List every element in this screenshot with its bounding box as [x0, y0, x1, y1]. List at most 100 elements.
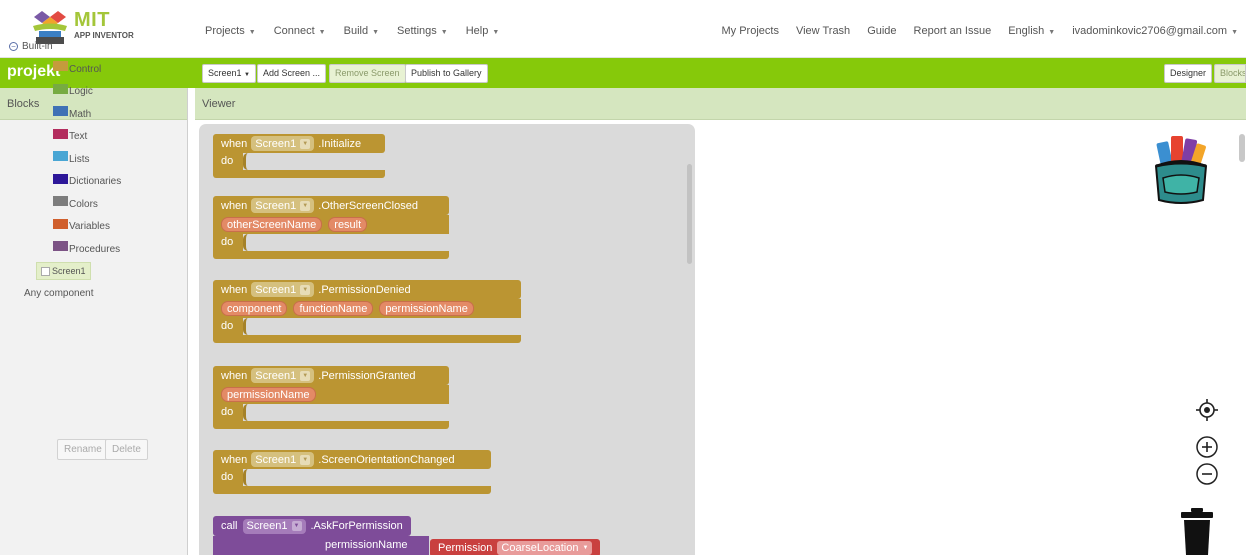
remove-screen-button[interactable]: Remove Screen — [329, 64, 406, 83]
event-header: when Screen1 ▼ .PermissionGranted — [213, 366, 449, 385]
guide-link[interactable]: Guide — [867, 25, 896, 37]
component-dropdown[interactable]: Screen1 ▼ — [251, 282, 315, 297]
add-screen-button[interactable]: Add Screen ... — [257, 64, 327, 83]
builtin-tree-root[interactable]: − Built-in — [9, 41, 53, 52]
method-name: .AskForPermission — [310, 520, 403, 532]
builtin-colors[interactable]: Colors — [53, 193, 121, 216]
event-name: .OtherScreenClosed — [318, 199, 418, 212]
parameter-component[interactable]: component — [221, 301, 288, 316]
chevron-down-icon: ▼ — [300, 138, 311, 149]
build-menu[interactable]: Build ▼ — [344, 25, 379, 37]
component-name: Screen1 — [255, 453, 297, 466]
flyout-scrollbar[interactable] — [687, 164, 692, 264]
permission-dropdown[interactable]: CoarseLocation ▼ — [497, 541, 593, 555]
publish-to-gallery-button[interactable]: Publish to Gallery — [405, 64, 488, 83]
zoom-out-icon[interactable] — [1195, 462, 1219, 486]
any-component-item[interactable]: Any component — [24, 288, 94, 299]
permission-label: Permission — [438, 542, 493, 554]
do-keyword: do — [221, 155, 234, 167]
rename-button[interactable]: Rename — [57, 439, 109, 460]
builtin-variables[interactable]: Variables — [53, 216, 121, 239]
my-projects-link[interactable]: My Projects — [722, 25, 779, 37]
screen-select[interactable]: Screen1 ▼ — [202, 64, 256, 83]
text-color-swatch-icon — [53, 128, 68, 139]
procedures-color-swatch-icon — [53, 241, 68, 252]
when-keyword: when — [221, 283, 248, 296]
builtin-label: Variables — [69, 221, 110, 233]
report-issue-link[interactable]: Report an Issue — [914, 25, 992, 37]
logo-subtitle: APP INVENTOR — [74, 31, 134, 40]
recenter-icon[interactable] — [1195, 398, 1219, 422]
do-statement-slot[interactable] — [243, 469, 491, 486]
delete-button[interactable]: Delete — [105, 439, 148, 460]
component-dropdown[interactable]: Screen1 ▼ — [242, 518, 306, 534]
chevron-down-icon: ▼ — [300, 200, 311, 211]
chevron-down-icon: ▼ — [372, 29, 380, 36]
permission-block[interactable]: Permission CoarseLocation ▼ — [430, 539, 601, 555]
do-statement-slot[interactable] — [243, 234, 449, 251]
dictionaries-color-swatch-icon — [53, 173, 68, 184]
trash-icon[interactable] — [1181, 508, 1213, 555]
collapse-icon[interactable]: − — [9, 42, 18, 51]
parameter-permissionName[interactable]: permissionName — [221, 387, 316, 402]
colors-color-swatch-icon — [53, 196, 68, 207]
chevron-down-icon: ▼ — [300, 454, 311, 465]
builtin-label: Lists — [69, 153, 90, 165]
component-name: Screen1 — [255, 137, 297, 150]
language-menu[interactable]: English ▼ — [1008, 25, 1055, 37]
event-name: .ScreenOrientationChanged — [318, 453, 455, 466]
chevron-down-icon: ▼ — [318, 29, 326, 36]
settings-menu[interactable]: Settings ▼ — [397, 25, 448, 37]
do-statement-slot[interactable] — [243, 404, 449, 421]
parameter-functionName[interactable]: functionName — [293, 301, 374, 316]
event-name: .PermissionGranted — [318, 369, 416, 382]
zoom-in-icon[interactable] — [1195, 435, 1219, 459]
builtin-lists[interactable]: Lists — [53, 148, 121, 171]
help-menu[interactable]: Help ▼ — [466, 25, 500, 37]
when-keyword: when — [221, 199, 248, 212]
component-dropdown[interactable]: Screen1 ▼ — [251, 198, 315, 213]
lists-color-swatch-icon — [53, 151, 68, 162]
connect-menu[interactable]: Connect ▼ — [274, 25, 326, 37]
builtin-text[interactable]: Text — [53, 126, 121, 149]
chevron-down-icon: ▼ — [291, 521, 302, 531]
do-statement-slot[interactable] — [243, 153, 385, 170]
screen-checkbox-icon — [41, 266, 50, 276]
builtin-logic[interactable]: Logic — [53, 81, 121, 104]
chevron-down-icon: ▼ — [248, 29, 256, 36]
component-dropdown[interactable]: Screen1 ▼ — [251, 452, 315, 467]
backpack-icon[interactable] — [1153, 134, 1209, 206]
workspace-scrollbar[interactable] — [1239, 134, 1245, 162]
projects-menu[interactable]: Projects ▼ — [205, 25, 256, 37]
builtin-math[interactable]: Math — [53, 103, 121, 126]
call-keyword: call — [221, 520, 238, 532]
event-footer — [213, 251, 449, 259]
blocks-button[interactable]: Blocks — [1214, 64, 1246, 83]
connect-menu-label: Connect — [273, 25, 315, 37]
view-trash-link[interactable]: View Trash — [796, 25, 850, 37]
parameter-permissionName[interactable]: permissionName — [379, 301, 474, 316]
builtin-procedures[interactable]: Procedures — [53, 238, 121, 261]
event-footer — [213, 486, 491, 494]
builtin-control[interactable]: Control — [53, 58, 121, 81]
do-keyword: do — [221, 320, 234, 332]
builtin-label: Procedures — [69, 243, 121, 255]
event-parameters: otherScreenName result — [213, 215, 449, 234]
parameter-otherScreenName[interactable]: otherScreenName — [221, 217, 323, 232]
event-header: when Screen1 ▼ .ScreenOrientationChanged — [213, 450, 491, 469]
do-keyword: do — [221, 471, 234, 483]
builtin-dictionaries[interactable]: Dictionaries — [53, 171, 121, 194]
screen1-tree-item[interactable]: Screen1 — [36, 262, 91, 280]
blocks-flyout[interactable]: when Screen1 ▼ .Initialize do when Screen1 ▼ .Ot… — [199, 124, 695, 555]
when-keyword: when — [221, 137, 248, 150]
chevron-down-icon: ▼ — [492, 29, 500, 36]
designer-button[interactable]: Designer — [1164, 64, 1213, 83]
blocks-workspace[interactable]: when Screen1 ▼ .Initialize do when Screen1 ▼ .Ot… — [195, 120, 1246, 555]
do-statement-slot[interactable] — [243, 318, 521, 335]
viewer-title: Viewer — [195, 88, 1246, 120]
component-dropdown[interactable]: Screen1 ▼ — [251, 368, 315, 383]
component-dropdown[interactable]: Screen1 ▼ — [251, 136, 315, 151]
parameter-result[interactable]: result — [328, 217, 368, 232]
account-menu[interactable]: ivadominkovic2706@gmail.com ▼ — [1072, 25, 1238, 37]
logic-color-swatch-icon — [53, 83, 68, 94]
